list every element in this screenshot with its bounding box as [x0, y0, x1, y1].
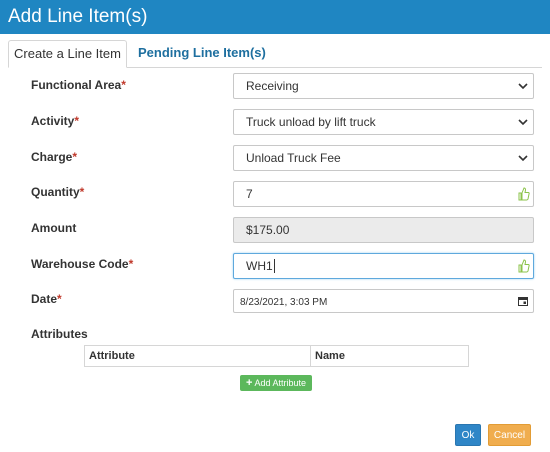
quantity-value: 7	[246, 187, 253, 201]
tab-pending-line-items[interactable]: Pending Line Item(s)	[138, 40, 266, 67]
amount-label: Amount	[31, 221, 77, 235]
date-input[interactable]: 8/23/2021, 3:03 PM	[233, 289, 534, 313]
charge-select[interactable]: Unload Truck Fee	[233, 145, 534, 171]
name-column-header: Name	[315, 350, 345, 362]
amount-field: $175.00	[233, 217, 534, 243]
cancel-button[interactable]: Cancel	[488, 424, 531, 446]
attributes-label: Attributes	[31, 327, 88, 341]
tab-create-line-item[interactable]: Create a Line Item	[8, 40, 127, 68]
dialog-title: Add Line Item(s)	[0, 0, 550, 34]
quantity-label: Quantity*	[31, 185, 85, 199]
date-value: 8/23/2021, 3:03 PM	[240, 297, 328, 308]
tab-bar: Create a Line Item Pending Line Item(s)	[8, 40, 542, 68]
date-label: Date*	[31, 292, 62, 306]
text-cursor	[273, 259, 275, 273]
activity-value: Truck unload by lift truck	[246, 115, 376, 129]
chevron-down-icon	[518, 83, 528, 90]
activity-select[interactable]: Truck unload by lift truck	[233, 109, 534, 135]
activity-label: Activity*	[31, 114, 80, 128]
amount-value: $175.00	[246, 223, 290, 237]
thumbs-up-icon	[518, 187, 530, 201]
charge-value: Unload Truck Fee	[246, 151, 341, 165]
calendar-icon[interactable]	[518, 296, 528, 306]
column-divider	[310, 346, 311, 366]
thumbs-up-icon	[518, 259, 530, 273]
add-attribute-button[interactable]: + Add Attribute	[240, 375, 312, 391]
attribute-column-header: Attribute	[89, 350, 135, 362]
warehouse-code-input[interactable]: WH1	[233, 253, 534, 279]
plus-icon: +	[246, 377, 253, 389]
ok-button[interactable]: Ok	[455, 424, 481, 446]
warehouse-code-value: WH1	[246, 259, 273, 273]
functional-area-select[interactable]: Receiving	[233, 73, 534, 99]
warehouse-code-label: Warehouse Code*	[31, 257, 134, 271]
chevron-down-icon	[518, 155, 528, 162]
charge-label: Charge*	[31, 150, 78, 164]
functional-area-label: Functional Area*	[31, 78, 126, 92]
quantity-input[interactable]: 7	[233, 181, 534, 207]
attributes-table: Attribute Name	[84, 345, 469, 367]
chevron-down-icon	[518, 119, 528, 126]
functional-area-value: Receiving	[246, 79, 299, 93]
